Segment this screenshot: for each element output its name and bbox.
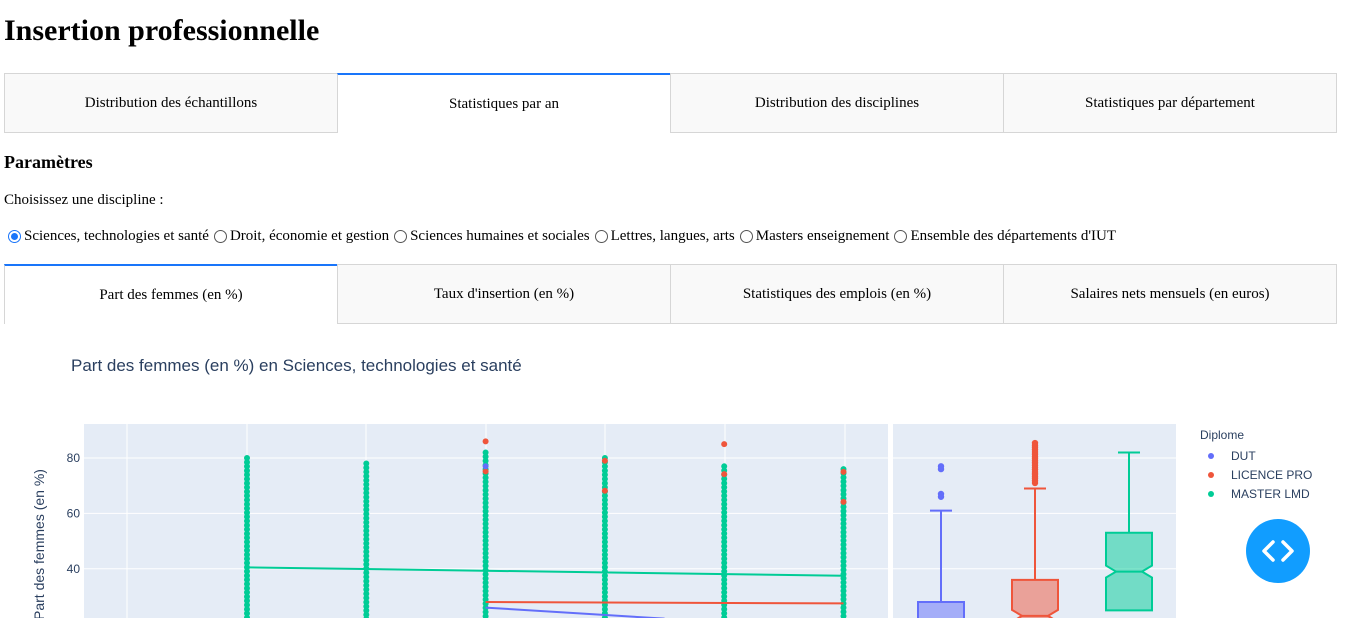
strip-point (601, 457, 608, 464)
radio-label: Sciences humaines et sociales (410, 228, 590, 244)
tab-salaires[interactable]: Salaires nets mensuels (en euros) (1003, 264, 1337, 324)
legend-label: DUT (1231, 448, 1256, 463)
radio-label: Sciences, technologies et santé (24, 228, 209, 244)
y-axis-label: Part des femmes (en %) (31, 469, 47, 618)
legend-swatch (1208, 471, 1214, 478)
box-body (1011, 578, 1059, 618)
y-tick-label: 60 (67, 506, 81, 520)
discipline-radio-group: Sciences, technologies et santé Droit, é… (8, 228, 1121, 245)
strip-point (840, 468, 847, 475)
chart-legend: Diplome DUT LICENCE PRO MASTER LMD (1200, 428, 1312, 503)
legend-title: Diplome (1200, 428, 1245, 442)
sub-tabs: Part des femmes (en %) Taux d'insertion … (4, 264, 1337, 324)
strip-point (482, 438, 489, 445)
legend-item-master-lmd[interactable]: MASTER LMD (1200, 484, 1312, 503)
radio-iut[interactable]: Ensemble des départements d'IUT (894, 228, 1116, 245)
legend-item-licence-pro[interactable]: LICENCE PRO (1200, 465, 1312, 484)
legend-swatch (1208, 452, 1214, 459)
radio-button[interactable] (894, 230, 908, 243)
strip-point (601, 487, 608, 494)
page-title: Insertion professionnelle (4, 14, 320, 47)
strip-point (721, 471, 728, 478)
radio-droit[interactable]: Droit, économie et gestion (213, 228, 390, 245)
strip-point (721, 441, 728, 448)
radio-lettres[interactable]: Lettres, langues, arts (594, 228, 735, 245)
tab-statistiques-par-an[interactable]: Statistiques par an (337, 73, 670, 133)
radio-sciences-humaines[interactable]: Sciences humaines et sociales (394, 228, 590, 245)
legend-label: LICENCE PRO (1231, 467, 1313, 482)
chart-plot: 40 60 80 Part des femmes (en %) (31, 424, 1176, 618)
radio-label: Ensemble des départements d'IUT (910, 228, 1117, 244)
box-outlier (1031, 439, 1039, 447)
y-tick-label: 40 (67, 562, 81, 576)
parameters-heading: Paramètres (4, 152, 93, 172)
chart-title: Part des femmes (en %) en Sciences, tech… (71, 356, 522, 375)
radio-button[interactable] (394, 230, 408, 243)
tab-part-des-femmes[interactable]: Part des femmes (en %) (4, 264, 337, 324)
radio-label: Lettres, langues, arts (610, 228, 735, 244)
code-brackets-icon (1262, 540, 1294, 562)
tab-statistiques-par-departement[interactable]: Statistiques par département (1003, 73, 1337, 133)
trend-line (485, 601, 844, 605)
discipline-label: Choisissez une discipline : (4, 192, 164, 208)
legend-swatch (1208, 490, 1214, 497)
tab-distribution-disciplines[interactable]: Distribution des disciplines (670, 73, 1003, 133)
strip-point (840, 498, 847, 505)
legend-item-dut[interactable]: DUT (1200, 446, 1312, 465)
strip-point (482, 463, 489, 470)
radio-sciences[interactable]: Sciences, technologies et santé (8, 228, 209, 245)
radio-button[interactable] (8, 230, 21, 243)
radio-button[interactable] (213, 230, 227, 243)
box-body (917, 601, 965, 618)
tab-statistiques-emplois[interactable]: Statistiques des emplois (en %) (670, 264, 1003, 324)
radio-button[interactable] (594, 230, 608, 243)
code-toggle-button[interactable] (1246, 519, 1310, 583)
box-outlier (937, 465, 945, 473)
radio-label: Masters enseignement (755, 228, 890, 244)
legend-label: MASTER LMD (1231, 486, 1310, 501)
radio-button[interactable] (739, 230, 753, 243)
box-outlier (937, 493, 945, 500)
radio-label: Droit, économie et gestion (229, 228, 390, 244)
y-tick-label: 80 (67, 451, 81, 465)
radio-masters-enseignement[interactable]: Masters enseignement (739, 228, 890, 245)
tab-taux-insertion[interactable]: Taux d'insertion (en %) (337, 264, 670, 324)
main-tabs: Distribution des échantillons Statistiqu… (4, 73, 1337, 133)
tab-distribution-echantillons[interactable]: Distribution des échantillons (4, 73, 337, 133)
